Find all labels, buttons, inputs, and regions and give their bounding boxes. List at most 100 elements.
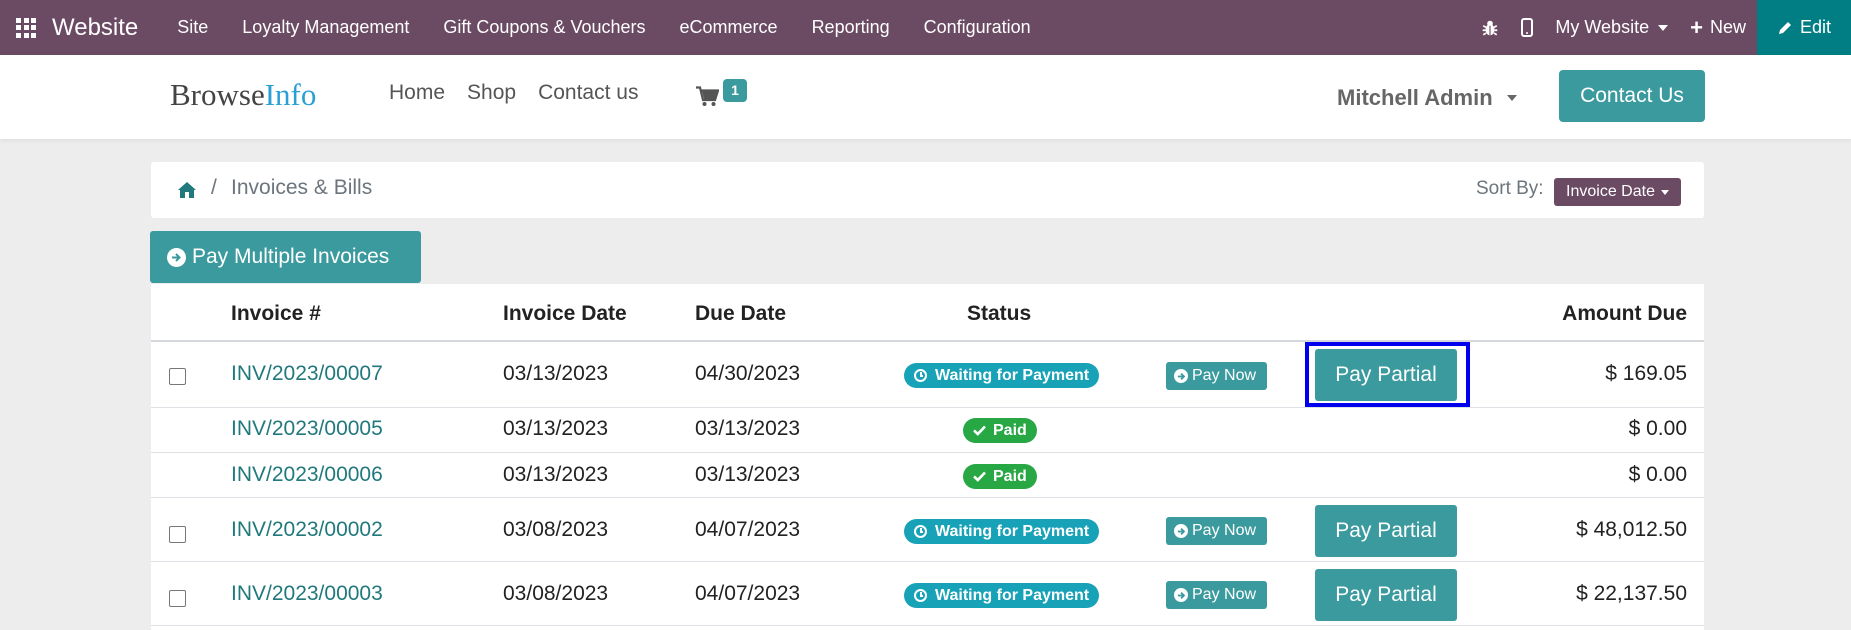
clock-icon: [914, 589, 927, 602]
table-row: INV/2023/00007 03/13/2023 04/30/2023 Wai…: [151, 342, 1704, 407]
top-menu: Site Loyalty Management Gift Coupons & V…: [160, 0, 1047, 55]
menu-configuration[interactable]: Configuration: [907, 0, 1048, 55]
table-row: INV/2023/00003 03/08/2023 04/07/2023 Wai…: [151, 562, 1704, 626]
invoice-date: 03/13/2023: [503, 463, 609, 486]
invoice-date: 03/08/2023: [503, 518, 609, 541]
status-text: Paid: [993, 467, 1027, 485]
menu-loyalty-management[interactable]: Loyalty Management: [225, 0, 426, 55]
amount-due: $ 169.05: [1605, 362, 1687, 385]
site-logo[interactable]: BrowseInfo: [170, 77, 316, 113]
contact-us-button[interactable]: Contact Us: [1559, 70, 1705, 122]
status-text: Waiting for Payment: [935, 586, 1090, 604]
invoice-link[interactable]: INV/2023/00007: [231, 362, 383, 386]
amount-due: $ 48,012.50: [1576, 518, 1687, 541]
row-select-checkbox[interactable]: [169, 526, 186, 543]
status-badge: Waiting for Payment: [904, 519, 1100, 544]
amount-due: $ 0.00: [1628, 417, 1687, 440]
website-selector-label: My Website: [1555, 17, 1650, 37]
amount-due: $ 0.00: [1628, 463, 1687, 486]
apps-menu-icon[interactable]: [0, 0, 52, 55]
due-date: 04/07/2023: [695, 582, 801, 605]
row-select-checkbox[interactable]: [169, 590, 186, 607]
plus-icon: +: [1690, 14, 1703, 40]
nav-contact-us[interactable]: Contact us: [538, 81, 638, 105]
pencil-icon: [1778, 21, 1791, 34]
due-date: 04/07/2023: [695, 518, 801, 541]
sort-by-label: Sort By:: [1476, 178, 1544, 199]
status-badge: Waiting for Payment: [904, 363, 1100, 388]
odoo-navbar: Website Site Loyalty Management Gift Cou…: [0, 0, 1851, 55]
new-button[interactable]: + New: [1679, 0, 1757, 55]
logo-text-browse: Browse: [170, 77, 265, 112]
nav-shop[interactable]: Shop: [467, 81, 516, 105]
status-badge: Paid: [963, 418, 1037, 443]
user-menu[interactable]: Mitchell Admin: [1337, 85, 1517, 111]
invoice-link[interactable]: INV/2023/00003: [231, 582, 383, 606]
table-row: INV/2023/00002 03/08/2023 04/07/2023 Wai…: [151, 498, 1704, 562]
breadcrumb: / Invoices & Bills Sort By: Invoice Date: [151, 162, 1704, 218]
chevron-down-icon: [1506, 95, 1517, 101]
pay-multiple-invoices-button[interactable]: Pay Multiple Invoices: [150, 231, 421, 283]
pay-partial-button[interactable]: Pay Partial: [1315, 505, 1457, 557]
edit-label: Edit: [1799, 17, 1831, 37]
pay-now-label: Pay Now: [1192, 367, 1257, 384]
edit-button[interactable]: Edit: [1756, 0, 1851, 55]
website-selector[interactable]: My Website: [1544, 0, 1679, 55]
invoice-date: 03/13/2023: [503, 417, 609, 440]
pay-now-button[interactable]: Pay Now: [1166, 517, 1267, 545]
pay-now-label: Pay Now: [1192, 586, 1257, 603]
arrow-circle-right-icon: [1174, 524, 1188, 538]
check-icon: [973, 471, 986, 482]
column-header-invoice[interactable]: Invoice #: [231, 302, 321, 326]
row-divider: [151, 625, 1704, 626]
arrow-circle-right-icon: [1174, 369, 1188, 383]
check-icon: [973, 425, 986, 436]
invoices-table: Invoice # Invoice Date Due Date Status A…: [151, 284, 1704, 630]
menu-gift-coupons-vouchers[interactable]: Gift Coupons & Vouchers: [426, 0, 662, 55]
clock-icon: [914, 525, 927, 538]
clock-icon: [914, 369, 927, 382]
due-date: 04/30/2023: [695, 362, 801, 385]
invoice-link[interactable]: INV/2023/00006: [231, 463, 383, 487]
chevron-down-icon: [1658, 24, 1669, 31]
mobile-preview-icon[interactable]: [1510, 0, 1544, 55]
pay-now-button[interactable]: Pay Now: [1166, 581, 1267, 609]
sort-by-value: Invoice Date: [1566, 183, 1655, 200]
debug-bug-icon[interactable]: [1470, 0, 1510, 55]
nav-home[interactable]: Home: [389, 81, 445, 105]
column-header-amount-due[interactable]: Amount Due: [1562, 302, 1687, 326]
logo-text-info: Info: [264, 77, 317, 112]
menu-ecommerce[interactable]: eCommerce: [663, 0, 795, 55]
status-badge: Paid: [963, 464, 1037, 489]
breadcrumb-current: Invoices & Bills: [231, 176, 373, 199]
site-nav: Home Shop Contact us: [389, 81, 660, 105]
app-brand[interactable]: Website: [52, 14, 138, 42]
status-badge: Waiting for Payment: [904, 583, 1100, 608]
chevron-down-icon: [1660, 189, 1669, 195]
user-name: Mitchell Admin: [1337, 85, 1493, 110]
menu-site[interactable]: Site: [160, 0, 225, 55]
column-header-invoice-date[interactable]: Invoice Date: [503, 302, 627, 326]
arrow-circle-right-icon: [167, 247, 186, 267]
menu-reporting[interactable]: Reporting: [795, 0, 907, 55]
home-icon[interactable]: [177, 181, 197, 204]
sort-by-dropdown[interactable]: Invoice Date: [1554, 178, 1681, 206]
table-row: INV/2023/00005 03/13/2023 03/13/2023 Pai…: [151, 408, 1704, 453]
cart-icon[interactable]: [696, 86, 720, 112]
invoice-link[interactable]: INV/2023/00005: [231, 417, 383, 441]
status-text: Waiting for Payment: [935, 366, 1090, 384]
invoice-link[interactable]: INV/2023/00002: [231, 518, 383, 542]
due-date: 03/13/2023: [695, 417, 801, 440]
row-select-checkbox[interactable]: [169, 368, 186, 385]
pay-now-button[interactable]: Pay Now: [1166, 362, 1267, 390]
highlight-box: [1305, 342, 1470, 407]
amount-due: $ 22,137.50: [1576, 582, 1687, 605]
column-header-due-date[interactable]: Due Date: [695, 302, 786, 326]
status-text: Paid: [993, 421, 1027, 439]
arrow-circle-right-icon: [1174, 588, 1188, 602]
website-header: BrowseInfo Home Shop Contact us 1 Mitche…: [0, 55, 1851, 139]
pay-partial-button[interactable]: Pay Partial: [1315, 569, 1457, 621]
column-header-status[interactable]: Status: [967, 302, 1031, 326]
cart-count-badge: 1: [723, 79, 747, 102]
invoice-date: 03/13/2023: [503, 362, 609, 385]
